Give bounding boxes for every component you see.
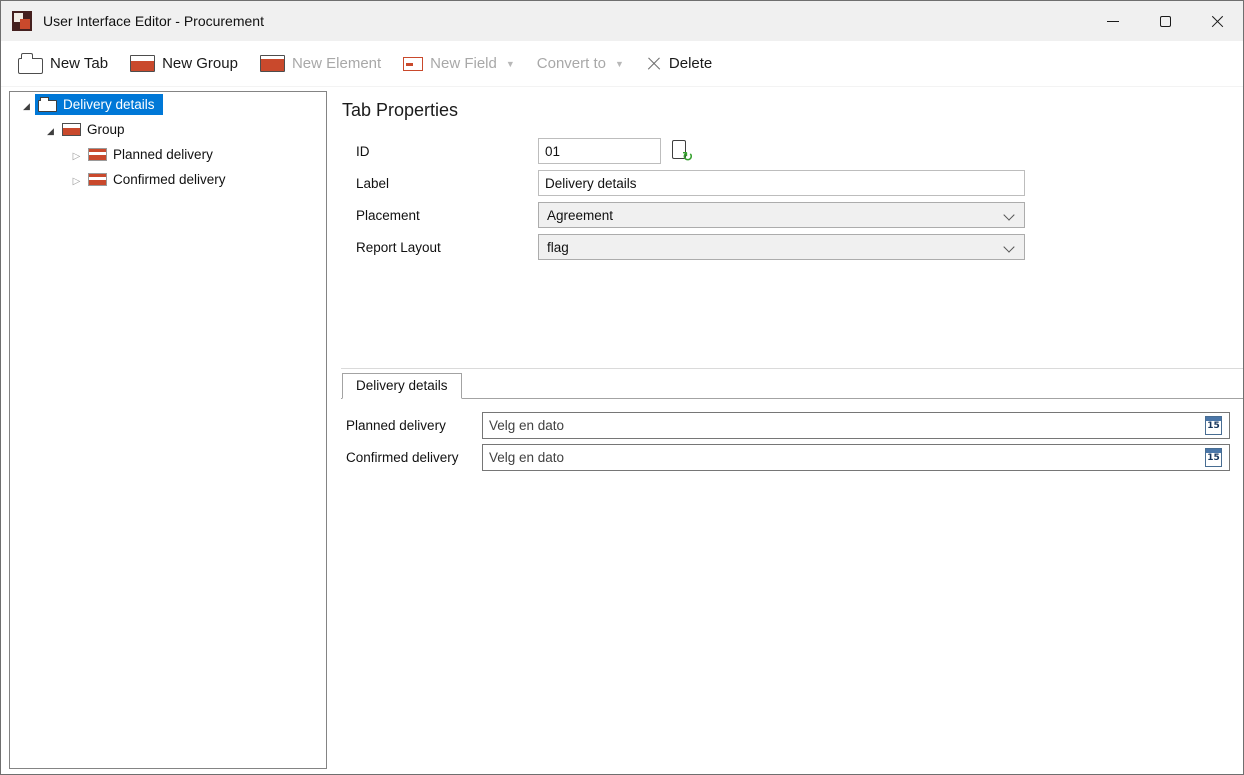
expander-collapsed-icon[interactable]: [70, 173, 83, 187]
maximize-icon: [1160, 16, 1171, 27]
tree-item-label: Group: [87, 122, 125, 137]
label-input[interactable]: [538, 170, 1025, 196]
window-controls: [1087, 1, 1243, 41]
id-row: ID: [356, 138, 1243, 164]
report-layout-select[interactable]: flag: [538, 234, 1025, 260]
app-icon: [12, 11, 32, 31]
calendar-icon: 15: [1205, 416, 1222, 435]
tab-delivery-details[interactable]: Delivery details: [342, 373, 462, 399]
calendar-icon: 15: [1205, 448, 1222, 467]
label-row: Label: [356, 170, 1243, 196]
tree-selection[interactable]: Delivery details: [35, 94, 163, 115]
planned-delivery-date-picker-button[interactable]: 15: [1203, 415, 1225, 437]
convert-to-button[interactable]: Convert to ▼: [528, 49, 633, 78]
planned-delivery-label: Planned delivery: [346, 418, 482, 433]
planned-delivery-row: Planned delivery 15: [346, 412, 1230, 439]
structure-tree: Delivery details Group Planned delivery: [9, 91, 327, 769]
new-field-button[interactable]: New Field ▼: [394, 49, 524, 78]
minimize-button[interactable]: [1087, 1, 1139, 41]
confirmed-delivery-label: Confirmed delivery: [346, 450, 482, 465]
tab-icon: [38, 100, 57, 112]
minimize-icon: [1107, 21, 1119, 22]
placement-select[interactable]: Agreement: [538, 202, 1025, 228]
field-icon: [88, 148, 107, 161]
close-button[interactable]: [1191, 1, 1243, 41]
app-window: User Interface Editor - Procurement New …: [0, 0, 1244, 775]
preview-form: Planned delivery 15 Confirmed delivery: [341, 412, 1243, 471]
new-element-button[interactable]: New Element: [251, 49, 390, 78]
confirmed-delivery-date-input[interactable]: [483, 445, 1203, 470]
confirmed-delivery-date-field: 15: [482, 444, 1230, 471]
id-input[interactable]: [538, 138, 661, 164]
tree-selection[interactable]: Planned delivery: [85, 144, 221, 165]
window-title: User Interface Editor - Procurement: [43, 13, 264, 29]
preview-tabstrip: Delivery details: [341, 373, 1243, 399]
toolbar: New Tab New Group New Element New Field …: [1, 41, 1243, 87]
delete-button[interactable]: Delete: [637, 49, 721, 78]
expander-expanded-icon[interactable]: [20, 98, 33, 112]
report-layout-label: Report Layout: [356, 240, 538, 255]
close-icon: [1211, 15, 1224, 28]
placement-value: Agreement: [547, 208, 613, 223]
tree-item-group[interactable]: Group: [10, 117, 326, 142]
report-layout-row: Report Layout flag: [356, 234, 1243, 260]
properties-form: ID Label Placement Agreement: [341, 138, 1243, 260]
copy-page-icon: [672, 140, 686, 159]
generate-id-button[interactable]: [668, 138, 694, 164]
window-body: Delivery details Group Planned delivery: [1, 87, 1243, 774]
label-label: Label: [356, 176, 538, 191]
new-group-icon: [130, 55, 155, 72]
new-element-icon: [260, 55, 285, 72]
report-layout-value: flag: [547, 240, 569, 255]
tab-label: Delivery details: [356, 378, 448, 393]
section-title: Tab Properties: [342, 100, 1243, 121]
delete-x-icon: [646, 56, 662, 72]
titlebar: User Interface Editor - Procurement: [1, 1, 1243, 41]
group-icon: [62, 123, 81, 136]
new-group-button[interactable]: New Group: [121, 49, 247, 78]
new-tab-icon: [18, 58, 43, 74]
chevron-down-icon: ▼: [506, 59, 515, 69]
placement-row: Placement Agreement: [356, 202, 1243, 228]
placement-label: Placement: [356, 208, 538, 223]
tree-item-planned-delivery[interactable]: Planned delivery: [10, 142, 326, 167]
tree-selection[interactable]: Confirmed delivery: [85, 169, 234, 190]
new-field-icon: [403, 57, 423, 71]
id-label: ID: [356, 144, 538, 159]
main-panel: Tab Properties ID Label Placement: [327, 91, 1243, 769]
expander-collapsed-icon[interactable]: [70, 148, 83, 162]
confirmed-delivery-date-picker-button[interactable]: 15: [1203, 447, 1225, 469]
tree-item-label: Planned delivery: [113, 147, 213, 162]
tab-properties-section: Tab Properties ID Label Placement: [341, 91, 1243, 368]
planned-delivery-date-input[interactable]: [483, 413, 1203, 438]
expander-expanded-icon[interactable]: [44, 123, 57, 137]
tree-item-delivery-details[interactable]: Delivery details: [10, 92, 326, 117]
planned-delivery-date-field: 15: [482, 412, 1230, 439]
confirmed-delivery-row: Confirmed delivery 15: [346, 444, 1230, 471]
chevron-down-icon: ▼: [615, 59, 624, 69]
tree-item-label: Confirmed delivery: [113, 172, 226, 187]
maximize-button[interactable]: [1139, 1, 1191, 41]
preview-section: Delivery details Planned delivery 15: [341, 368, 1243, 769]
field-icon: [88, 173, 107, 186]
tree-item-label: Delivery details: [63, 97, 155, 112]
tree-selection[interactable]: Group: [59, 119, 133, 140]
tree-item-confirmed-delivery[interactable]: Confirmed delivery: [10, 167, 326, 192]
new-tab-button[interactable]: New Tab: [9, 48, 117, 80]
